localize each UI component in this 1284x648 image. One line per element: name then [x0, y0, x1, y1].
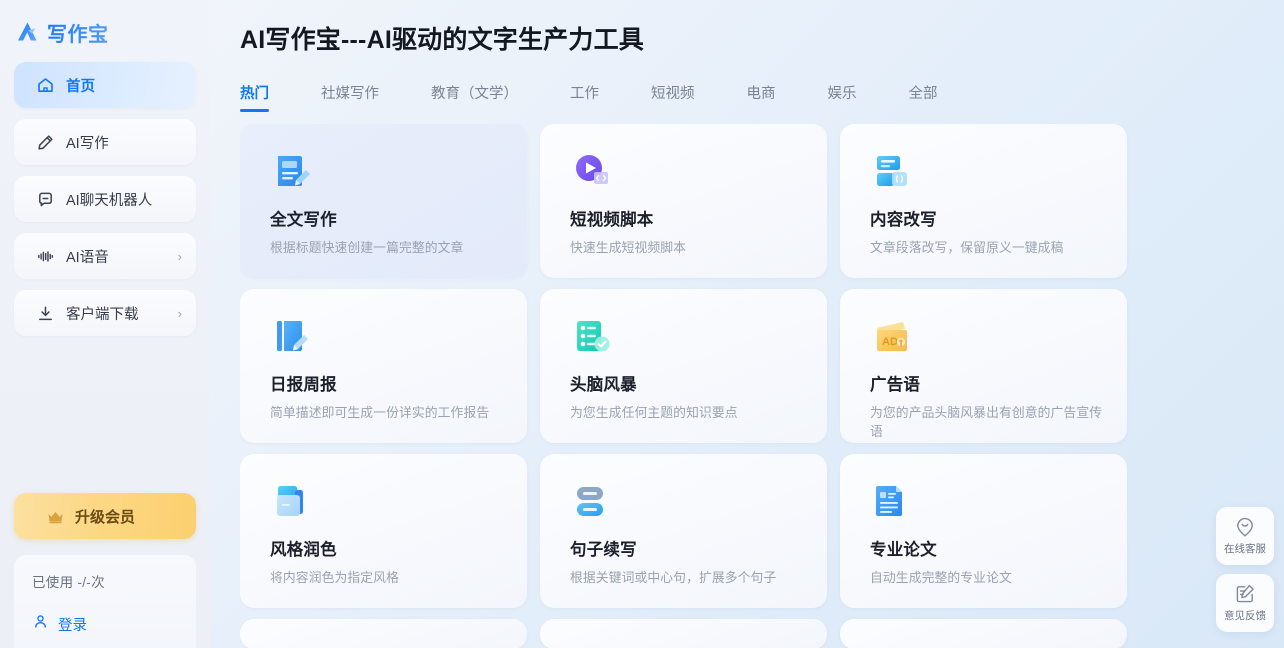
- tab-entertainment[interactable]: 娱乐: [828, 82, 857, 112]
- sidebar: 写作宝 首页 AI写作 AI聊天机器人 AI语音 › 客户端下载 › 升级会员 …: [0, 0, 210, 648]
- tab-ecommerce[interactable]: 电商: [747, 82, 776, 112]
- online-support-button[interactable]: 在线客服: [1216, 507, 1274, 565]
- card-title: 内容改写: [870, 211, 937, 229]
- sidebar-item-label: 客户端下载: [66, 306, 139, 323]
- login-button[interactable]: 登录: [32, 613, 196, 635]
- home-icon: [36, 76, 55, 95]
- upgrade-label: 升级会员: [75, 508, 136, 526]
- tab-work[interactable]: 工作: [570, 82, 599, 112]
- mindmap-check-icon: [570, 315, 614, 359]
- smile-pin-icon: [1234, 516, 1256, 538]
- card-title: 日报周报: [270, 376, 337, 394]
- login-label: 登录: [58, 617, 87, 634]
- user-icon: [32, 613, 49, 635]
- sidebar-item-label: AI语音: [66, 249, 109, 266]
- floating-button-label: 意见反馈: [1224, 610, 1266, 622]
- crown-icon: [46, 509, 65, 524]
- card-title: 全文写作: [270, 211, 337, 229]
- floating-button-label: 在线客服: [1224, 543, 1266, 555]
- brand-logo[interactable]: 写作宝: [0, 0, 210, 48]
- feedback-edit-icon: [1234, 583, 1256, 605]
- sidebar-item-client-download[interactable]: 客户端下载 ›: [14, 290, 196, 336]
- svg-text:AD: AD: [882, 336, 898, 348]
- play-circle-code-icon: [570, 150, 614, 194]
- sidebar-nav: 首页 AI写作 AI聊天机器人 AI语音 › 客户端下载 ›: [0, 48, 210, 336]
- category-tabs: 热门 社媒写作 教育（文学） 工作 短视频 电商 娱乐 全部: [240, 78, 1284, 112]
- tool-card-content-rewrite[interactable]: 内容改写 文章段落改写，保留原义一键成稿: [840, 124, 1127, 278]
- tab-shortvideo[interactable]: 短视频: [651, 82, 695, 112]
- ad-wallet-icon: AD: [870, 315, 914, 359]
- card-desc: 快速生成短视频脚本: [570, 240, 687, 255]
- sidebar-item-ai-chatbot[interactable]: AI聊天机器人: [14, 176, 196, 222]
- brand-name: 写作宝: [47, 18, 109, 47]
- usage-count-text: 已使用 -/-次: [32, 575, 105, 590]
- download-icon: [36, 304, 55, 323]
- tool-card-next-row-partial[interactable]: [540, 619, 827, 648]
- tool-card-full-article[interactable]: 全文写作 根据标题快速创建一篇完整的文章: [240, 124, 527, 278]
- sidebar-item-label: AI聊天机器人: [66, 192, 153, 209]
- sidebar-item-label: 首页: [66, 78, 95, 95]
- tab-all[interactable]: 全部: [909, 82, 938, 112]
- tool-card-brainstorm[interactable]: 头脑风暴 为您生成任何主题的知识要点: [540, 289, 827, 443]
- app-root: 写作宝 首页 AI写作 AI聊天机器人 AI语音 › 客户端下载 › 升级会员 …: [0, 0, 1284, 648]
- card-title: 头脑风暴: [570, 376, 637, 394]
- card-title: 广告语: [870, 376, 921, 394]
- tool-card-grid: 全文写作 根据标题快速创建一篇完整的文章 短视频脚本 快速生成短视频脚本 内容改…: [240, 124, 1254, 648]
- usage-card: 已使用 -/-次 登录: [14, 555, 196, 648]
- card-title: 句子续写: [570, 541, 637, 559]
- card-desc: 根据关键词或中心句，扩展多个句子: [570, 570, 777, 585]
- document-pencil-icon: [270, 150, 314, 194]
- chevron-right-icon: ›: [177, 305, 182, 321]
- tab-hot[interactable]: 热门: [240, 82, 269, 112]
- tool-card-ad-copy[interactable]: AD 广告语 为您的产品头脑风暴出有创意的广告宣传语: [840, 289, 1127, 443]
- sidebar-item-ai-writing[interactable]: AI写作: [14, 119, 196, 165]
- page-title: AI写作宝---AI驱动的文字生产力工具: [240, 26, 644, 54]
- tab-education[interactable]: 教育（文学）: [431, 82, 518, 112]
- tool-card-sentence-continue[interactable]: 句子续写 根据关键词或中心句，扩展多个句子: [540, 454, 827, 608]
- rewrite-blocks-icon: [870, 150, 914, 194]
- card-title: 风格润色: [270, 541, 337, 559]
- report-book-icon: [270, 315, 314, 359]
- tool-card-style-polish[interactable]: 风格润色 将内容润色为指定风格: [240, 454, 527, 608]
- card-title: 专业论文: [870, 541, 937, 559]
- card-desc: 自动生成完整的专业论文: [870, 570, 1012, 585]
- tool-card-daily-weekly-report[interactable]: 日报周报 简单描述即可生成一份详实的工作报告: [240, 289, 527, 443]
- audio-waveform-icon: [36, 247, 55, 266]
- card-desc: 文章段落改写，保留原义一键成稿: [870, 240, 1064, 255]
- card-desc: 根据标题快速创建一篇完整的文章: [270, 240, 464, 255]
- chevron-right-icon: ›: [177, 248, 182, 264]
- feedback-button[interactable]: 意见反馈: [1216, 574, 1274, 632]
- sentence-bars-icon: [570, 480, 614, 524]
- sidebar-item-home[interactable]: 首页: [14, 62, 196, 108]
- tool-card-next-row-partial[interactable]: [840, 619, 1127, 648]
- card-desc: 简单描述即可生成一份详实的工作报告: [270, 405, 490, 420]
- tool-card-short-video-script[interactable]: 短视频脚本 快速生成短视频脚本: [540, 124, 827, 278]
- paper-doc-icon: [870, 480, 914, 524]
- sidebar-item-label: AI写作: [66, 135, 109, 152]
- upgrade-membership-button[interactable]: 升级会员: [14, 493, 196, 539]
- card-title: 短视频脚本: [570, 211, 654, 229]
- sidebar-item-ai-voice[interactable]: AI语音 ›: [14, 233, 196, 279]
- floating-action-stack: 在线客服 意见反馈: [1216, 507, 1274, 632]
- style-folder-icon: [270, 480, 314, 524]
- chat-bubble-minus-icon: [36, 190, 55, 209]
- card-desc: 为您的产品头脑风暴出有创意的广告宣传语: [870, 405, 1103, 439]
- tab-social[interactable]: 社媒写作: [321, 82, 379, 112]
- tool-card-list[interactable]: 全文写作 根据标题快速创建一篇完整的文章 短视频脚本 快速生成短视频脚本 内容改…: [240, 124, 1284, 648]
- main-content: AI写作宝---AI驱动的文字生产力工具 热门 社媒写作 教育（文学） 工作 短…: [210, 0, 1284, 648]
- card-desc: 为您生成任何主题的知识要点: [570, 405, 738, 420]
- tool-card-next-row-partial[interactable]: [240, 619, 527, 648]
- triangle-a-logo-icon: [16, 21, 40, 43]
- pencil-icon: [36, 133, 55, 152]
- tool-card-professional-paper[interactable]: 专业论文 自动生成完整的专业论文: [840, 454, 1127, 608]
- card-desc: 将内容润色为指定风格: [270, 570, 399, 585]
